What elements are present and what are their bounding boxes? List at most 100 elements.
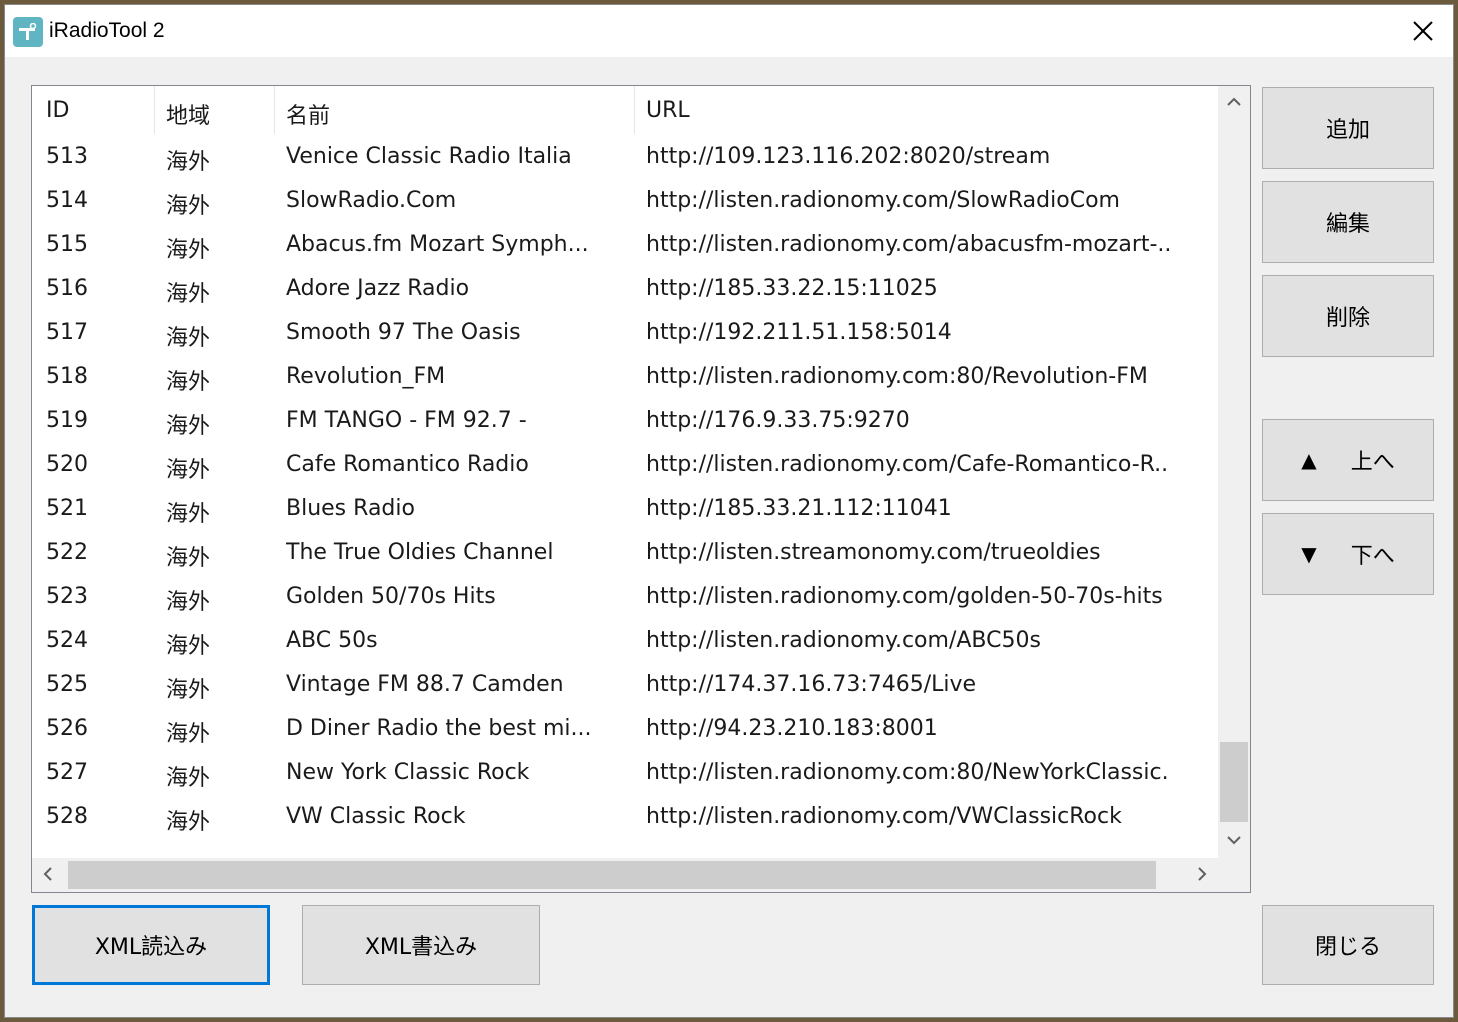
column-divider[interactable]	[154, 86, 155, 134]
cell-name: Adore Jazz Radio	[286, 276, 470, 301]
move-up-label: 上へ	[1350, 450, 1395, 475]
cell-region: 海外	[166, 766, 211, 791]
table-row[interactable]: 523 海外 Golden 50/70s Hits http://listen.rad…	[32, 576, 1218, 620]
cell-region: 海外	[166, 502, 211, 527]
column-header-url[interactable]: URL	[646, 98, 1216, 123]
app-icon	[13, 17, 43, 47]
cell-url: http://176.9.33.75:9270	[646, 408, 910, 433]
scroll-up-icon[interactable]	[1224, 94, 1244, 108]
table-row[interactable]: 514 海外 SlowRadio.Com http://listen.radionom…	[32, 180, 1218, 224]
cell-id: 515	[46, 232, 88, 257]
column-header-name[interactable]: 名前	[286, 98, 626, 130]
cell-name: SlowRadio.Com	[286, 188, 457, 213]
cell-url: http://listen.radionomy.com/golden-50-70…	[646, 584, 1163, 609]
table-row[interactable]: 513 海外 Venice Classic Radio Italia http://1…	[32, 136, 1218, 180]
cell-name: Abacus.fm Mozart Symph...	[286, 232, 589, 257]
cell-id: 518	[46, 364, 88, 389]
move-down-button[interactable]: ▼ 下へ	[1262, 513, 1434, 595]
edit-button[interactable]: 編集	[1262, 181, 1434, 263]
xml-write-button[interactable]: XML書込み	[302, 905, 540, 985]
window-close-button[interactable]	[1393, 5, 1453, 57]
table-row[interactable]: 518 海外 Revolution_FM http://listen.radionom…	[32, 356, 1218, 400]
table-row[interactable]: 527 海外 New York Classic Rock http://listen.…	[32, 752, 1218, 796]
cell-url: http://listen.radionomy.com/Cafe-Romanti…	[646, 452, 1169, 477]
cell-url: http://109.123.116.202:8020/stream	[646, 144, 1051, 169]
cell-region: 海外	[166, 458, 211, 483]
cell-region: 海外	[166, 722, 211, 747]
cell-url: http://listen.radionomy.com/SlowRadioCom	[646, 188, 1120, 213]
column-divider[interactable]	[274, 86, 275, 134]
scroll-left-icon[interactable]	[40, 864, 54, 884]
cell-name: The True Oldies Channel	[286, 540, 554, 565]
cell-url: http://185.33.21.112:11041	[646, 496, 952, 521]
table-row[interactable]: 526 海外 D Diner Radio the best mi... http://…	[32, 708, 1218, 752]
table-row[interactable]: 515 海外 Abacus.fm Mozart Symph... http://lis…	[32, 224, 1218, 268]
cell-region: 海外	[166, 546, 211, 571]
cell-id: 525	[46, 672, 88, 697]
scroll-down-icon[interactable]	[1224, 834, 1244, 848]
station-list[interactable]: ID 地域 名前 URL 513 海外 Venice Classic Radio I…	[31, 85, 1251, 893]
title-bar[interactable]: iRadioTool 2	[5, 5, 1453, 57]
scroll-right-icon[interactable]	[1196, 864, 1210, 884]
cell-id: 519	[46, 408, 88, 433]
column-divider[interactable]	[634, 86, 635, 134]
cell-url: http://94.23.210.183:8001	[646, 716, 938, 741]
table-row[interactable]: 520 海外 Cafe Romantico Radio http://listen.r…	[32, 444, 1218, 488]
list-header: ID 地域 名前 URL	[32, 86, 1218, 136]
cell-region: 海外	[166, 590, 211, 615]
table-row[interactable]: 528 海外 VW Classic Rock http://listen.radion…	[32, 796, 1218, 840]
cell-region: 海外	[166, 282, 211, 307]
list-rows: 513 海外 Venice Classic Radio Italia http://1…	[32, 136, 1218, 840]
delete-button[interactable]: 削除	[1262, 275, 1434, 357]
cell-name: Golden 50/70s Hits	[286, 584, 496, 609]
vertical-scroll-thumb[interactable]	[1220, 742, 1248, 822]
scrollbar-corner	[1218, 858, 1250, 892]
table-row[interactable]: 522 海外 The True Oldies Channel http://liste…	[32, 532, 1218, 576]
cell-region: 海外	[166, 194, 211, 219]
column-header-id[interactable]: ID	[46, 98, 146, 123]
cell-name: New York Classic Rock	[286, 760, 530, 785]
cell-region: 海外	[166, 370, 211, 395]
move-up-button[interactable]: ▲ 上へ	[1262, 419, 1434, 501]
cell-name: Smooth 97 The Oasis	[286, 320, 521, 345]
cell-id: 522	[46, 540, 88, 565]
xml-read-button[interactable]: XML読込み	[32, 905, 270, 985]
cell-region: 海外	[166, 326, 211, 351]
cell-region: 海外	[166, 414, 211, 439]
cell-id: 513	[46, 144, 88, 169]
cell-id: 521	[46, 496, 88, 521]
horizontal-scroll-thumb[interactable]	[68, 861, 1156, 889]
cell-name: D Diner Radio the best mi...	[286, 716, 592, 741]
close-button[interactable]: 閉じる	[1262, 905, 1434, 985]
cell-name: VW Classic Rock	[286, 804, 466, 829]
table-row[interactable]: 524 海外 ABC 50s http://listen.radionomy.com/…	[32, 620, 1218, 664]
cell-region: 海外	[166, 634, 211, 659]
cell-url: http://listen.streamonomy.com/trueoldies	[646, 540, 1101, 565]
cell-name: Venice Classic Radio Italia	[286, 144, 572, 169]
cell-id: 517	[46, 320, 88, 345]
cell-name: Cafe Romantico Radio	[286, 452, 529, 477]
cell-region: 海外	[166, 238, 211, 263]
close-icon	[1413, 21, 1433, 41]
window-title: iRadioTool 2	[49, 19, 165, 42]
cell-url: http://listen.radionomy.com/abacusfm-moz…	[646, 232, 1172, 257]
cell-url: http://192.211.51.158:5014	[646, 320, 952, 345]
table-row[interactable]: 521 海外 Blues Radio http://185.33.21.112:110…	[32, 488, 1218, 532]
cell-region: 海外	[166, 150, 211, 175]
cell-url: http://listen.radionomy.com/VWClassicRoc…	[646, 804, 1122, 829]
table-row[interactable]: 517 海外 Smooth 97 The Oasis http://192.211.5…	[32, 312, 1218, 356]
column-header-region[interactable]: 地域	[166, 98, 266, 130]
cell-id: 527	[46, 760, 88, 785]
add-button[interactable]: 追加	[1262, 87, 1434, 169]
cell-id: 526	[46, 716, 88, 741]
table-row[interactable]: 516 海外 Adore Jazz Radio http://185.33.22.15…	[32, 268, 1218, 312]
cell-name: FM TANGO - FM 92.7 -	[286, 408, 527, 433]
horizontal-scrollbar[interactable]	[32, 858, 1218, 892]
table-row[interactable]: 519 海外 FM TANGO - FM 92.7 - http://176.9.33…	[32, 400, 1218, 444]
cell-url: http://185.33.22.15:11025	[646, 276, 938, 301]
table-row[interactable]: 525 海外 Vintage FM 88.7 Camden http://174.37…	[32, 664, 1218, 708]
cell-url: http://listen.radionomy.com:80/Revolutio…	[646, 364, 1148, 389]
cell-name: Vintage FM 88.7 Camden	[286, 672, 564, 697]
triangle-down-icon: ▼	[1301, 542, 1317, 566]
vertical-scrollbar[interactable]	[1218, 86, 1250, 858]
